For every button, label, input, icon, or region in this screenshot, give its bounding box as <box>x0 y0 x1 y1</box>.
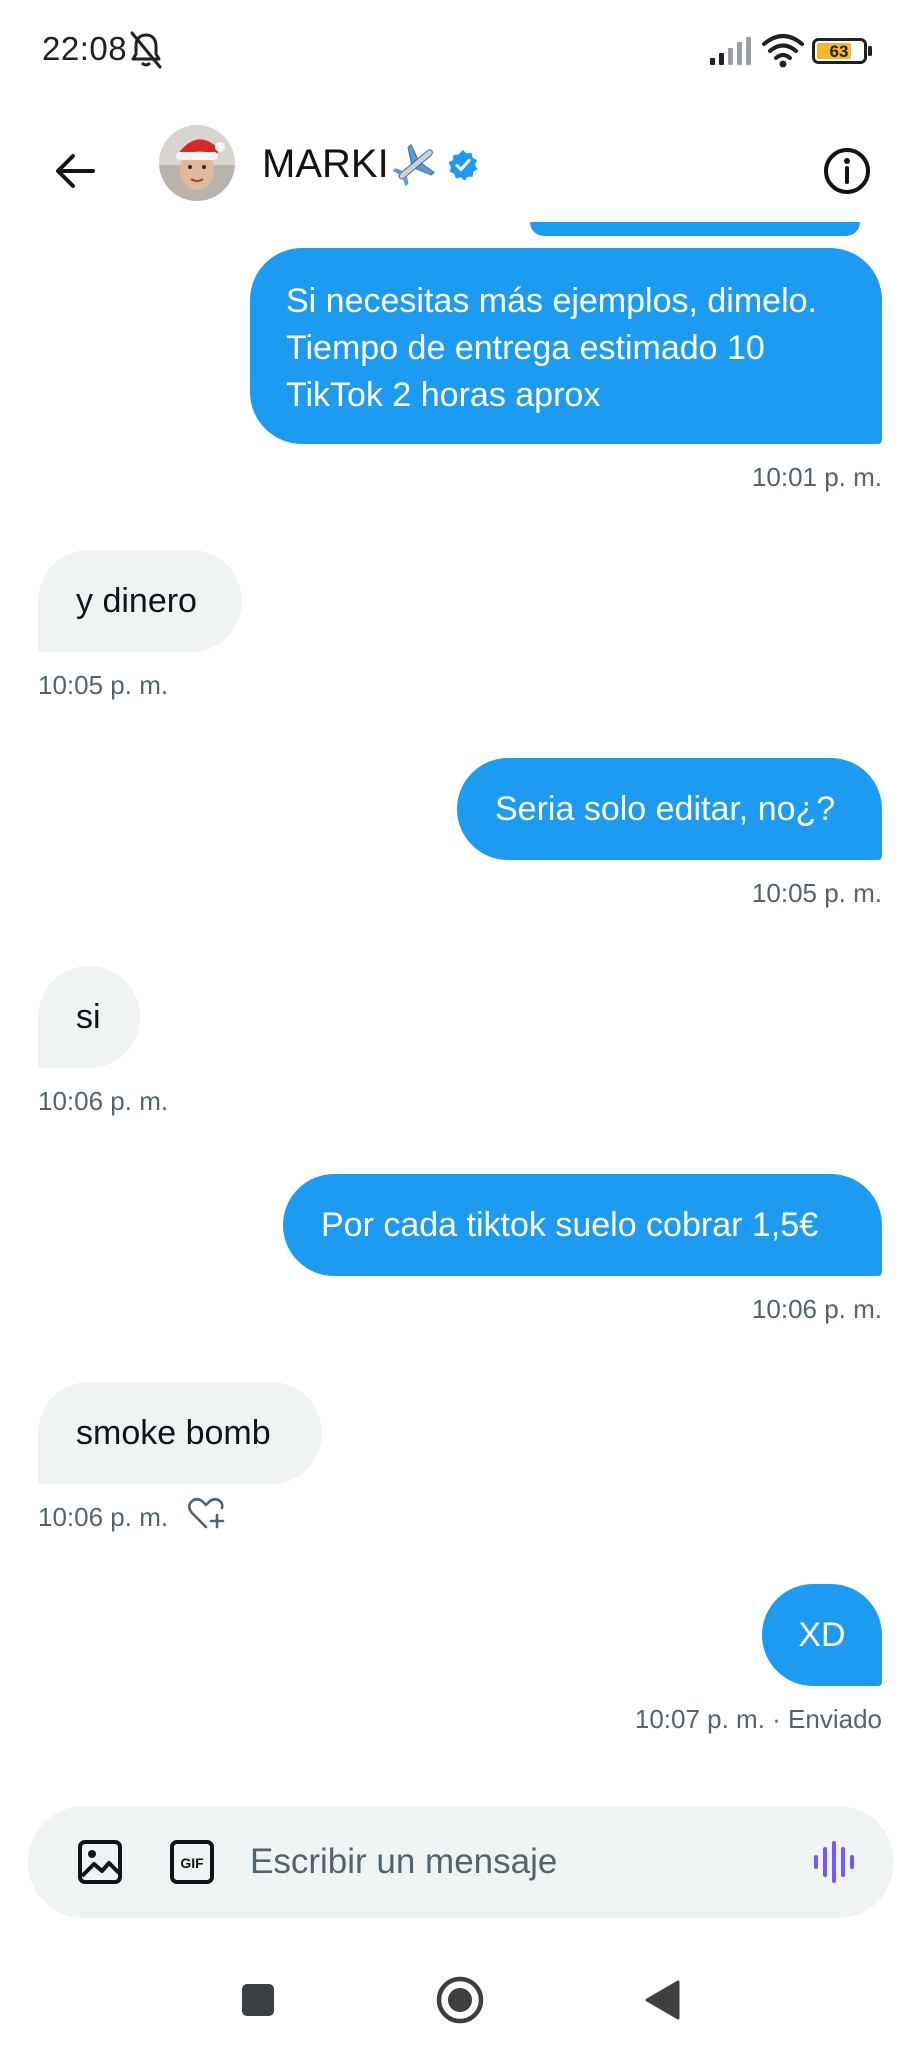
nav-back-button[interactable] <box>632 1970 692 2030</box>
message-text: si <box>76 997 101 1036</box>
message-bubble-sent[interactable]: Seria solo editar, no¿? <box>457 758 882 860</box>
message-bubble-sent[interactable]: Por cada tiktok suelo cobrar 1,5€ <box>283 1174 882 1276</box>
verified-badge-icon <box>448 149 478 180</box>
gif-button[interactable]: GIF <box>164 1834 220 1890</box>
message-line: TikTok 2 horas aprox <box>286 376 601 414</box>
recents-button[interactable] <box>228 1970 288 2030</box>
home-circle-icon <box>436 1976 484 2024</box>
back-triangle-icon <box>645 1980 680 2020</box>
message-timestamp: 10:06 p. m. <box>751 1294 882 1324</box>
message-list[interactable]: Si necesitas más ejemplos, dimelo. Tiemp… <box>0 222 922 1802</box>
info-icon <box>824 148 870 194</box>
message-text: Por cada tiktok suelo cobrar 1,5€ <box>321 1205 819 1244</box>
avatar[interactable] <box>159 125 235 201</box>
battery-level: 63 <box>829 42 849 61</box>
info-button[interactable] <box>812 136 882 206</box>
message-timestamp: 10:06 p. m. <box>38 1502 169 1532</box>
avatar-image <box>159 125 235 201</box>
message-bubble-received[interactable]: si <box>38 966 140 1068</box>
message-text: XD <box>798 1615 846 1654</box>
message-bubble-received[interactable]: y dinero <box>38 550 242 652</box>
message-line: Tiempo de entrega estimado 10 <box>286 329 765 367</box>
system-nav-bar <box>0 1940 922 2048</box>
message-input[interactable] <box>250 1836 790 1888</box>
heart-add-icon[interactable] <box>186 1494 226 1532</box>
airplane-icon <box>392 143 435 186</box>
home-button[interactable] <box>430 1970 490 2030</box>
message-timestamp: 10:01 p. m. <box>751 462 882 492</box>
arrow-left-icon <box>56 154 95 188</box>
message-bubble-sent[interactable]: Si necesitas más ejemplos, dimelo. Tiemp… <box>250 248 882 444</box>
message-timestamp: 10:06 p. m. <box>38 1086 169 1116</box>
status-bar: 22:08 63 <box>0 0 922 100</box>
message-line: Si necesitas más ejemplos, dimelo. <box>286 282 818 320</box>
message-timestamp: 10:05 p. m. <box>38 670 169 700</box>
gif-label: GIF <box>180 1855 204 1871</box>
conversation-header: MARKI <box>0 110 922 220</box>
signal-icon <box>710 37 751 65</box>
message-text: smoke bomb <box>76 1413 271 1452</box>
contact-name-text: MARKI <box>262 142 389 186</box>
voice-wave-icon <box>814 1841 854 1883</box>
status-time: 22:08 <box>42 30 128 67</box>
contact-name[interactable]: MARKI <box>262 142 479 187</box>
previous-message-edge <box>530 222 860 236</box>
voice-message-button[interactable] <box>806 1834 862 1890</box>
wifi-icon <box>762 34 804 68</box>
image-icon <box>78 1840 122 1884</box>
gif-icon: GIF <box>170 1840 214 1884</box>
bell-muted-icon <box>130 31 162 69</box>
recents-square-icon <box>242 1984 274 2016</box>
message-timestamp: 10:05 p. m. <box>751 878 882 908</box>
message-bubble-received[interactable]: smoke bomb <box>38 1382 322 1484</box>
message-timestamp: 10:07 p. m. · Enviado <box>634 1704 882 1734</box>
message-text: y dinero <box>76 581 197 620</box>
message-bubble-sent[interactable]: XD <box>762 1584 882 1686</box>
back-button[interactable] <box>40 136 110 206</box>
message-composer: GIF <box>28 1806 894 1918</box>
message-text: Seria solo editar, no¿? <box>495 789 836 828</box>
image-button[interactable] <box>72 1834 128 1890</box>
